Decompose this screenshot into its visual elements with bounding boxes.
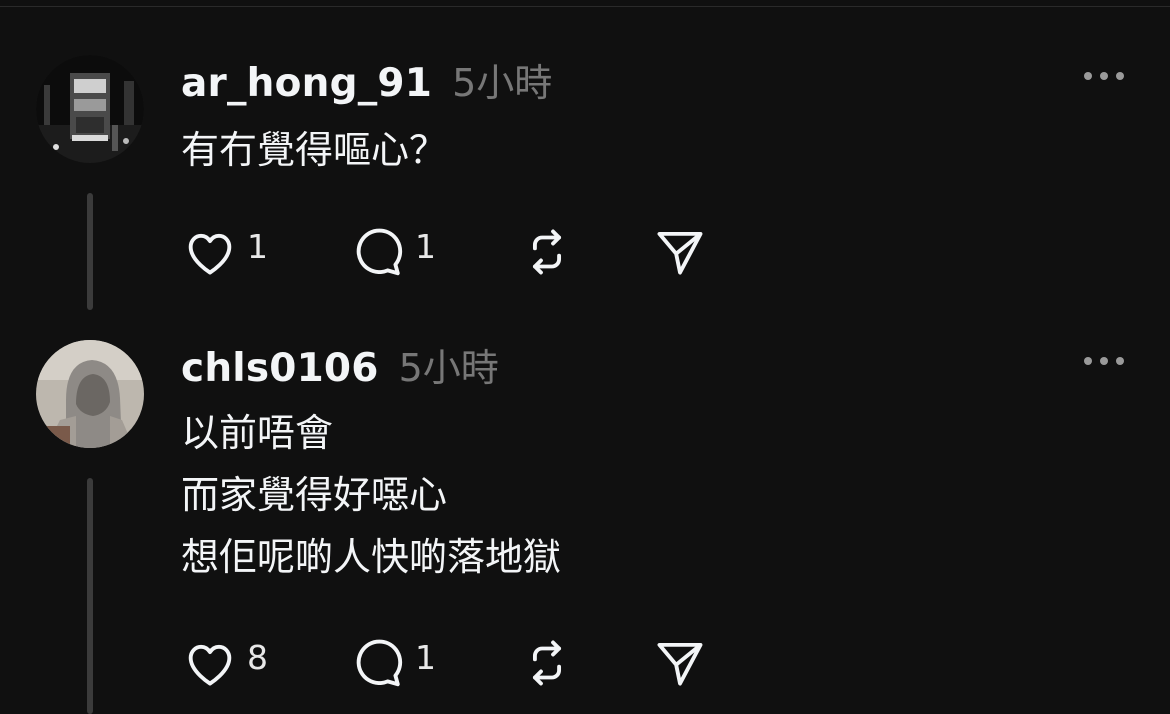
username[interactable]: ar_hong_91 — [181, 61, 432, 106]
repost-button[interactable] — [518, 633, 576, 693]
avatar[interactable] — [36, 55, 144, 163]
paper-plane-icon — [651, 223, 709, 281]
username[interactable]: chls0106 — [181, 346, 379, 391]
reply-button[interactable]: 1 — [349, 633, 436, 693]
heart-icon — [181, 634, 239, 692]
like-count: 1 — [247, 226, 268, 266]
post-text-line: 而家覺得好噁心 — [181, 473, 448, 517]
heart-icon — [181, 223, 239, 281]
post-text-line: 想佢呢啲人快啲落地獄 — [181, 535, 562, 579]
repost-icon — [518, 634, 576, 692]
like-count: 8 — [247, 637, 268, 677]
like-button[interactable]: 1 — [181, 222, 268, 282]
speech-bubble-icon — [349, 634, 407, 692]
paper-plane-icon — [651, 634, 709, 692]
repost-icon — [518, 223, 576, 281]
top-divider — [0, 0, 1170, 7]
post-header: chls0106 5小時 — [181, 337, 499, 392]
post-text: 以前唔會 而家覺得好噁心 想佢呢啲人快啲落地獄 — [181, 402, 561, 588]
repost-button[interactable] — [518, 222, 576, 282]
reply-count: 1 — [415, 637, 436, 677]
post-header: ar_hong_91 5小時 — [181, 52, 552, 107]
post-text-line: 以前唔會 — [181, 411, 334, 455]
post-text: 有冇覺得嘔心？ — [181, 119, 447, 181]
share-button[interactable] — [651, 222, 709, 282]
timestamp: 5小時 — [398, 346, 499, 390]
thread-line — [87, 193, 93, 310]
more-dots-icon[interactable] — [1084, 351, 1124, 371]
more-dots-icon[interactable] — [1084, 66, 1124, 86]
avatar[interactable] — [36, 340, 144, 448]
share-button[interactable] — [651, 633, 709, 693]
post-text-line: 有冇覺得嘔心？ — [181, 128, 448, 172]
timestamp: 5小時 — [452, 61, 553, 105]
speech-bubble-icon — [349, 223, 407, 281]
thread-line — [87, 478, 93, 714]
like-button[interactable]: 8 — [181, 633, 268, 693]
reply-count: 1 — [415, 226, 436, 266]
reply-button[interactable]: 1 — [349, 222, 436, 282]
